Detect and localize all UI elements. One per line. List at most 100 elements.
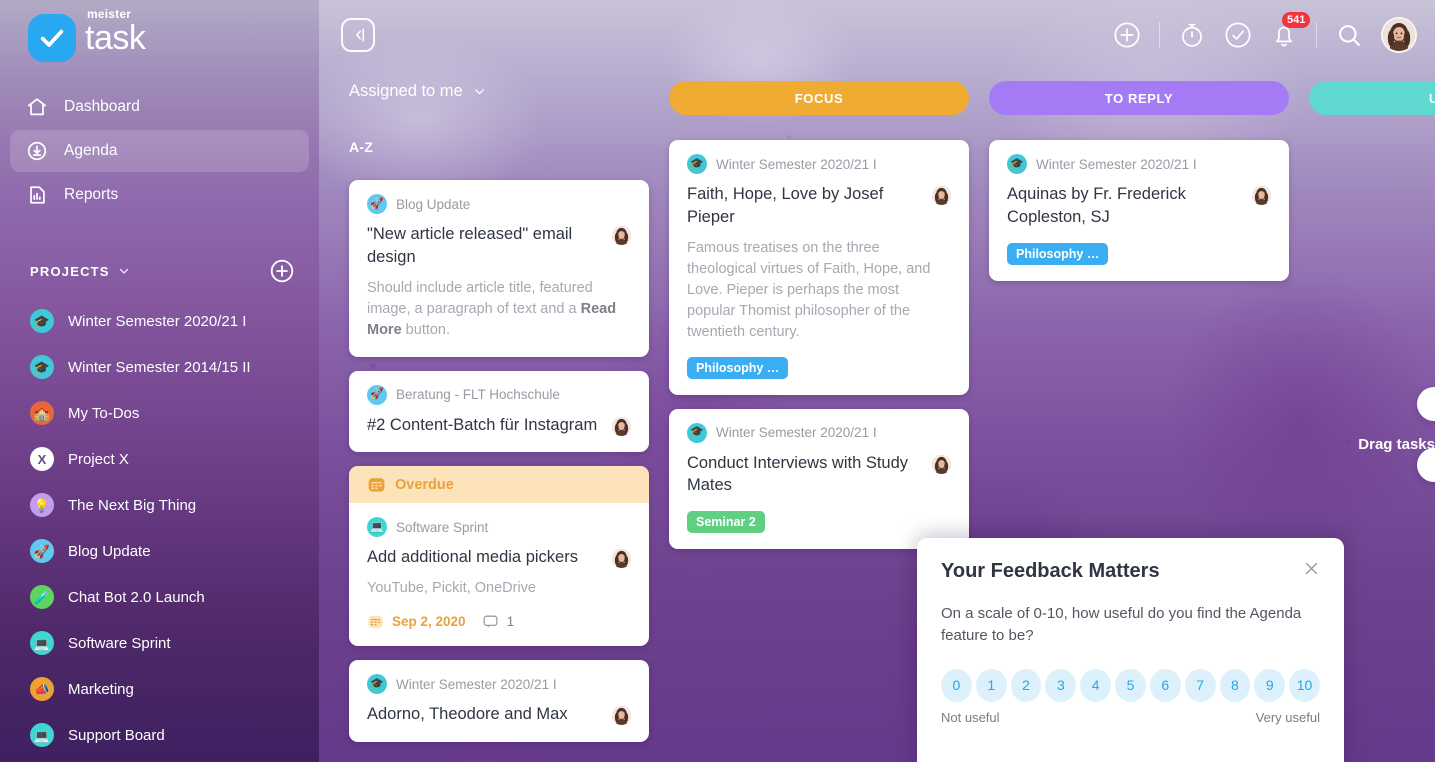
feedback-rating-3[interactable]: 3 bbox=[1045, 668, 1077, 702]
user-avatar[interactable] bbox=[1381, 17, 1417, 53]
collapse-sidebar-icon[interactable] bbox=[341, 18, 375, 52]
project-name: Winter Semester 2020/21 I bbox=[68, 312, 247, 330]
chevron-down-icon[interactable] bbox=[473, 85, 486, 98]
task-card[interactable]: Overdue 💻 Software Sprint Add additional me… bbox=[349, 466, 649, 647]
feedback-rating-1[interactable]: 1 bbox=[975, 668, 1007, 702]
project-icon: 💡 bbox=[30, 493, 54, 517]
add-project-button[interactable] bbox=[269, 258, 295, 284]
chevron-down-icon[interactable] bbox=[118, 265, 130, 277]
card-title-row: Faith, Hope, Love by Josef Pieper bbox=[687, 183, 951, 229]
toolbar-actions: 541 bbox=[1113, 12, 1417, 53]
assigned-filter[interactable]: Assigned to me bbox=[349, 70, 649, 101]
sidebar-item-agenda[interactable]: Agenda bbox=[10, 130, 309, 172]
card-title: Aquinas by Fr. Frederick Copleston, SJ bbox=[1007, 185, 1186, 226]
check-circle-icon[interactable] bbox=[1224, 21, 1252, 49]
toolbar-divider bbox=[1159, 22, 1160, 48]
assignee-avatar[interactable] bbox=[932, 186, 951, 205]
app-logo[interactable]: meister task bbox=[0, 0, 319, 62]
feedback-rating-7[interactable]: 7 bbox=[1184, 668, 1216, 702]
assignee-avatar[interactable] bbox=[932, 454, 951, 474]
sidebar-project-item[interactable]: 💡 The Next Big Thing bbox=[0, 482, 319, 528]
sidebar-item-dashboard-label: Dashboard bbox=[64, 98, 140, 115]
sidebar-project-item[interactable]: 🏫 My To-Dos bbox=[0, 390, 319, 436]
task-card[interactable]: 🎓 Winter Semester 2020/21 I Aquinas by Fr.… bbox=[989, 140, 1289, 281]
project-icon: 🏫 bbox=[30, 401, 54, 425]
assignee-avatar[interactable] bbox=[1252, 186, 1271, 205]
card-list-assigned: 🚀 Blog Update "New article released" email… bbox=[349, 180, 649, 742]
project-icon: 📣 bbox=[30, 677, 54, 701]
task-card[interactable]: 🚀 Blog Update "New article released" email… bbox=[349, 180, 649, 357]
card-project-name: Winter Semester 2020/21 I bbox=[716, 425, 877, 441]
card-title-row: Adorno, Theodore and Max bbox=[367, 703, 631, 726]
card-meta-row: Sep 2, 2020 1 bbox=[367, 613, 631, 630]
sidebar-project-item[interactable]: 💻 Support Board bbox=[0, 712, 319, 758]
projects-header[interactable]: PROJECTS bbox=[30, 258, 295, 284]
card-project-name: Winter Semester 2020/21 I bbox=[716, 156, 877, 172]
feedback-rating-10[interactable]: 10 bbox=[1289, 668, 1320, 702]
sidebar-project-item[interactable]: 🧪 Chat Bot 2.0 Launch bbox=[0, 574, 319, 620]
card-list-focus: 🎓 Winter Semester 2020/21 I Faith, Hope, L… bbox=[669, 140, 969, 550]
column-header-focus[interactable]: FOCUS bbox=[669, 81, 969, 115]
edge-partial-card-top[interactable] bbox=[1417, 387, 1435, 421]
assigned-filter-label: Assigned to me bbox=[349, 82, 463, 100]
sidebar-project-item[interactable]: 🚀Innovation Pipeline bbox=[0, 758, 319, 762]
card-tag[interactable]: Philosophy … bbox=[1007, 242, 1109, 265]
card-title-row: Add additional media pickers bbox=[367, 546, 631, 569]
task-card-body: 🎓 Winter Semester 2020/21 I Aquinas by Fr.… bbox=[989, 140, 1289, 281]
assignee-avatar[interactable] bbox=[612, 226, 631, 245]
overdue-label: Overdue bbox=[395, 476, 454, 493]
sidebar-project-item[interactable]: 📣 Marketing bbox=[0, 666, 319, 712]
feedback-rating-0[interactable]: 0 bbox=[941, 668, 972, 702]
project-name: My To-Dos bbox=[68, 404, 140, 422]
search-icon[interactable] bbox=[1335, 21, 1363, 49]
close-icon[interactable] bbox=[1303, 560, 1320, 577]
sidebar-project-item[interactable]: 🎓 Winter Semester 2020/21 I bbox=[0, 298, 319, 344]
project-name: Blog Update bbox=[68, 542, 151, 560]
sidebar-project-item[interactable]: 💻 Software Sprint bbox=[0, 620, 319, 666]
project-icon: 🎓 bbox=[30, 309, 54, 333]
feedback-rating-8[interactable]: 8 bbox=[1219, 668, 1251, 702]
sidebar-project-item[interactable]: 🎓 Winter Semester 2014/15 II bbox=[0, 344, 319, 390]
project-icon: 🎓 bbox=[687, 422, 707, 443]
feedback-rating-4[interactable]: 4 bbox=[1080, 668, 1112, 702]
card-project-row: 🚀 Blog Update bbox=[367, 194, 631, 214]
card-project-row: 🎓 Winter Semester 2020/21 I bbox=[687, 422, 951, 443]
feedback-question: On a scale of 0-10, how useful do you fi… bbox=[941, 605, 1302, 644]
project-name: Software Sprint bbox=[68, 634, 171, 652]
bell-icon[interactable]: 541 bbox=[1270, 12, 1311, 49]
task-card[interactable]: 🚀 Beratung - FLT Hochschule #2 Content-Bat… bbox=[349, 370, 649, 453]
feedback-rating-2[interactable]: 2 bbox=[1010, 668, 1042, 702]
feedback-rating-9[interactable]: 9 bbox=[1254, 668, 1286, 702]
task-card[interactable]: 🎓 Winter Semester 2020/21 I Adorno, Theodo… bbox=[349, 660, 649, 742]
sort-order-label[interactable]: A-Z bbox=[349, 139, 649, 155]
task-card[interactable]: 🎓 Winter Semester 2020/21 I Faith, Hope, L… bbox=[669, 140, 969, 395]
card-project-row: 🚀 Beratung - FLT Hochschule bbox=[367, 384, 631, 405]
plus-circle-icon[interactable] bbox=[1113, 21, 1141, 49]
timer-icon[interactable] bbox=[1178, 21, 1206, 49]
feedback-rating-scale: 0 1 2 3 4 5 6 7 8 9 10 bbox=[941, 668, 1320, 702]
project-icon: 🎓 bbox=[1007, 154, 1027, 174]
main-nav: Dashboard Agenda Reports bbox=[0, 86, 319, 216]
column-header-to-reply[interactable]: TO REPLY bbox=[989, 81, 1289, 115]
feedback-dialog: Your Feedback Matters On a scale of 0-10… bbox=[917, 538, 1344, 762]
card-notes-emphasis: Read More bbox=[367, 300, 617, 338]
sidebar-item-dashboard[interactable]: Dashboard bbox=[10, 86, 309, 128]
card-tag[interactable]: Seminar 2 bbox=[687, 511, 765, 534]
task-card-body: 🚀 Blog Update "New article released" email… bbox=[349, 180, 649, 357]
assignee-avatar[interactable] bbox=[612, 706, 631, 726]
sidebar-item-reports[interactable]: Reports bbox=[10, 174, 309, 216]
task-card[interactable]: 🎓 Winter Semester 2020/21 I Conduct Interv… bbox=[669, 408, 969, 550]
project-icon: 🚀 bbox=[367, 384, 387, 405]
sidebar-project-item[interactable]: X Project X bbox=[0, 436, 319, 482]
feedback-rating-6[interactable]: 6 bbox=[1149, 668, 1181, 702]
card-tag[interactable]: Philosophy … bbox=[687, 356, 789, 379]
column-header-up-next[interactable]: UP NEXT bbox=[1309, 81, 1435, 115]
card-project-name: Beratung - FLT Hochschule bbox=[396, 387, 560, 403]
sidebar-project-item[interactable]: 🚀 Blog Update bbox=[0, 528, 319, 574]
sidebar-item-reports-label: Reports bbox=[64, 186, 119, 203]
meistertask-check-icon bbox=[28, 14, 76, 62]
assignee-avatar[interactable] bbox=[612, 549, 631, 569]
edge-partial-card-bottom[interactable] bbox=[1417, 448, 1435, 482]
feedback-rating-5[interactable]: 5 bbox=[1115, 668, 1146, 702]
assignee-avatar[interactable] bbox=[612, 416, 631, 436]
